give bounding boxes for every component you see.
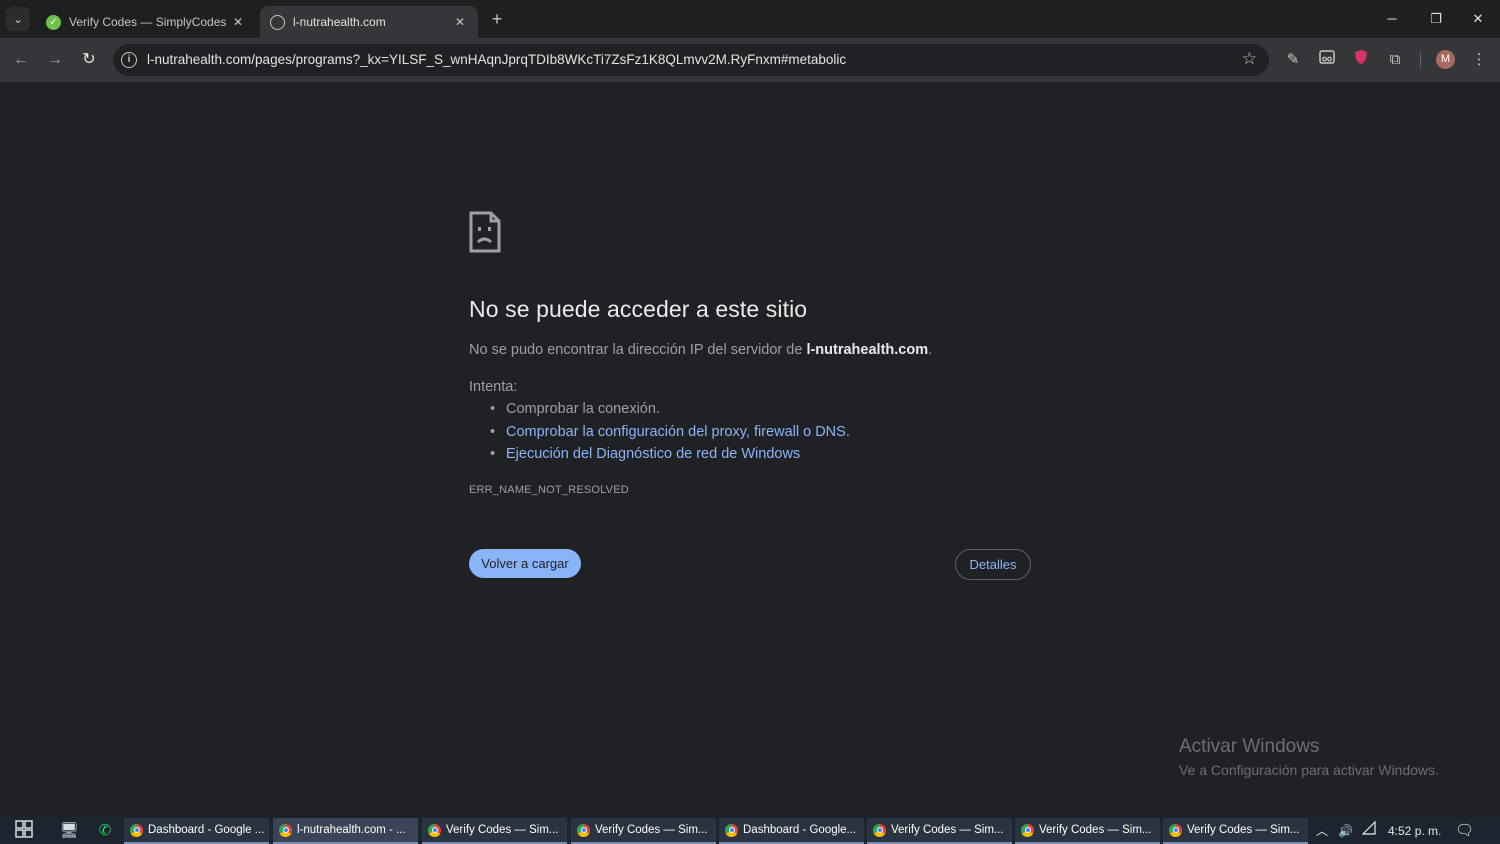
reload-icon: ↻ — [82, 51, 96, 68]
taskbar-item[interactable]: Dashboard - Google... — [719, 818, 864, 844]
error-code: ERR_NAME_NOT_RESOLVED — [469, 484, 629, 496]
chrome-icon — [1021, 823, 1034, 837]
chrome-icon — [279, 823, 292, 837]
volume-icon[interactable]: 🔊 — [1338, 820, 1353, 842]
extension-pen-icon[interactable]: ✎ — [1282, 49, 1304, 71]
chrome-icon — [873, 823, 886, 837]
close-tab-icon[interactable]: ✕ — [230, 15, 246, 29]
taskbar-item[interactable]: Verify Codes — Sim... — [1015, 818, 1160, 844]
taskbar-item[interactable]: Verify Codes — Sim... — [422, 818, 567, 844]
browser-window: ⌄ ✓ Verify Codes — SimplyCodes ✕ l-nutra… — [0, 0, 1500, 844]
forward-button[interactable]: → — [41, 46, 69, 74]
tab-title: l-nutrahealth.com — [293, 15, 386, 29]
globe-icon — [270, 14, 285, 30]
suggestions-list: Comprobar la conexión. Comprobar la conf… — [490, 400, 850, 468]
tab-verify-codes[interactable]: ✓ Verify Codes — SimplyCodes ✕ — [36, 6, 256, 38]
tray-chevron-up-icon[interactable]: ︿ — [1316, 820, 1328, 842]
back-button[interactable]: ← — [7, 46, 35, 74]
toolbar-separator — [1420, 52, 1421, 68]
taskbar-item[interactable]: Verify Codes — Sim... — [1163, 818, 1308, 844]
bookmark-star-icon[interactable]: ☆ — [1242, 49, 1257, 69]
restore-button[interactable]: ❐ — [1414, 0, 1458, 38]
profile-avatar[interactable]: M — [1436, 50, 1455, 69]
clock[interactable]: 4:52 p. m. — [1388, 820, 1441, 842]
minimize-button[interactable]: ─ — [1370, 0, 1414, 38]
chrome-icon — [428, 823, 441, 837]
chevron-down-icon: ⌄ — [12, 12, 24, 26]
windows-activation-watermark: Activar Windows Ve a Configuración para … — [1179, 736, 1439, 778]
chrome-icon — [130, 823, 143, 837]
reload-button[interactable]: ↻ — [75, 46, 103, 74]
try-label: Intenta: — [469, 379, 518, 395]
url-text[interactable]: l-nutrahealth.com/pages/programs?_kx=YIL… — [147, 52, 846, 67]
taskbar-item[interactable]: Verify Codes — Sim... — [867, 818, 1012, 844]
suggestion-check-proxy-link[interactable]: Comprobar la configuración del proxy, fi… — [490, 423, 850, 446]
error-title: No se puede acceder a este sitio — [469, 296, 808, 322]
wifi-icon[interactable] — [1361, 820, 1376, 842]
grid-icon — [15, 820, 33, 838]
taskbar-item[interactable]: Verify Codes — Sim... — [571, 818, 716, 844]
chrome-icon — [725, 823, 738, 837]
error-description: No se pudo encontrar la dirección IP del… — [469, 342, 933, 358]
wifi-signal-icon — [1361, 820, 1376, 835]
menu-kebab-icon[interactable]: ⋮ — [1468, 49, 1490, 71]
taskbar-item[interactable]: l-nutrahealth.com - ... — [273, 818, 418, 844]
task-view-icon[interactable] — [13, 820, 35, 842]
reload-page-button[interactable]: Volver a cargar — [469, 549, 581, 578]
new-tab-button[interactable]: + — [486, 8, 508, 30]
details-button[interactable]: Detalles — [955, 549, 1031, 580]
arrow-right-icon: → — [47, 51, 63, 68]
shield-icon — [1355, 50, 1367, 64]
simplycodes-icon: ✓ — [46, 14, 61, 30]
tab-title: Verify Codes — SimplyCodes — [69, 15, 227, 29]
tab-strip: ⌄ ✓ Verify Codes — SimplyCodes ✕ l-nutra… — [0, 0, 1500, 38]
sad-document-icon — [469, 211, 501, 253]
error-page: No se puede acceder a este sitio No se p… — [0, 82, 1500, 817]
close-tab-icon[interactable]: ✕ — [452, 15, 468, 29]
chrome-icon — [577, 823, 590, 837]
tab-l-nutrahealth[interactable]: l-nutrahealth.com ✕ — [260, 6, 478, 38]
error-domain: l-nutrahealth.com — [806, 342, 929, 358]
chrome-icon — [1169, 823, 1182, 837]
suggestion-network-diagnostics-link[interactable]: Ejecución del Diagnóstico de red de Wind… — [490, 445, 850, 468]
tab-search-button[interactable]: ⌄ — [6, 7, 30, 31]
remote-desktop-icon[interactable]: 🖥 — [58, 820, 80, 842]
extension-shield-icon[interactable] — [1350, 49, 1372, 71]
reader-icon — [1319, 50, 1335, 64]
address-bar[interactable]: i l-nutrahealth.com/pages/programs?_kx=Y… — [113, 44, 1269, 76]
site-info-icon[interactable]: i — [121, 52, 137, 68]
browser-toolbar: ← → ↻ i l-nutrahealth.com/pages/programs… — [0, 38, 1500, 82]
notifications-icon[interactable]: 🗨 — [1455, 820, 1474, 842]
arrow-left-icon: ← — [13, 51, 29, 68]
windows-taskbar: 🖥 ✆ Dashboard - Google ... l-nutrahealth… — [0, 817, 1500, 844]
taskbar-item[interactable]: Dashboard - Google ... — [124, 818, 269, 844]
whatsapp-icon[interactable]: ✆ — [94, 820, 116, 842]
extensions-puzzle-icon[interactable]: ⧉ — [1384, 49, 1406, 71]
extension-reader-icon[interactable] — [1316, 49, 1338, 71]
close-window-button[interactable]: ✕ — [1456, 0, 1500, 38]
suggestion-check-connection: Comprobar la conexión. — [490, 400, 850, 423]
